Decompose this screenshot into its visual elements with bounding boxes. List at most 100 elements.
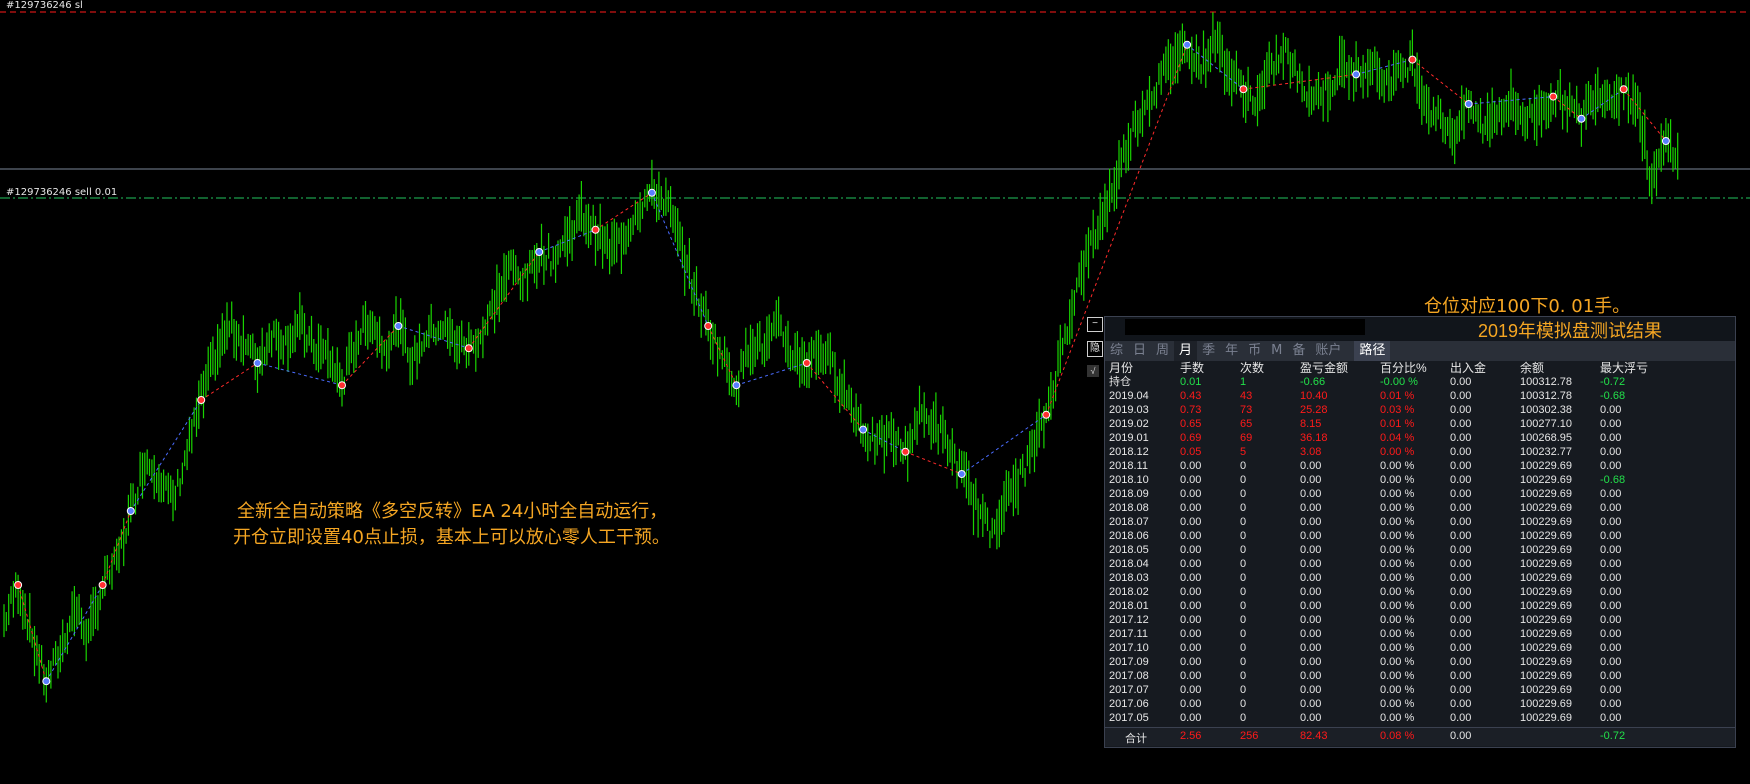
total-max-drawdown: -0.72 bbox=[1600, 730, 1626, 742]
trade-marker bbox=[535, 248, 544, 256]
tab-0[interactable]: 综 bbox=[1105, 341, 1128, 361]
cell-lots: 0.00 bbox=[1180, 614, 1202, 626]
tab-3[interactable]: 月 bbox=[1174, 341, 1198, 361]
cell-balance: 100229.69 bbox=[1520, 698, 1572, 710]
monthly-report-panel: 2019年模拟盘测试结果 − 隐 √ 综日周月季年币 M 备账户 路径 月份 手数 次… bbox=[1087, 316, 1736, 748]
cell-pnl: 0.00 bbox=[1300, 698, 1322, 710]
trade-marker bbox=[1549, 92, 1558, 101]
sl-line-label: #129736246 sl bbox=[6, 0, 83, 11]
cell-count: 1 bbox=[1240, 376, 1247, 388]
tab-9[interactable]: 账户 bbox=[1310, 341, 1346, 361]
trade-marker bbox=[197, 396, 206, 404]
hide-icon[interactable]: 隐 bbox=[1087, 341, 1103, 357]
table-row: 2017.06 0.00 0 0.00 0.00 % 0.00 100229.69 0.00 bbox=[1105, 697, 1735, 711]
cell-percent: 0.04 % bbox=[1380, 432, 1415, 444]
trade-marker bbox=[1042, 410, 1051, 419]
cell-lots: 0.00 bbox=[1180, 712, 1202, 724]
cell-percent: 0.00 % bbox=[1380, 544, 1415, 556]
table-row: 2018.08 0.00 0 0.00 0.00 % 0.00 100229.69 0.00 bbox=[1105, 501, 1735, 515]
cell-month: 2018.04 bbox=[1109, 558, 1149, 570]
cell-month: 2018.12 bbox=[1109, 446, 1149, 458]
cell-pnl: 0.00 bbox=[1300, 586, 1322, 598]
cell-count: 0 bbox=[1240, 698, 1247, 710]
tab-5[interactable]: 年 bbox=[1220, 341, 1243, 361]
trade-marker bbox=[901, 447, 910, 456]
cell-pnl: 0.00 bbox=[1300, 628, 1322, 640]
col-header-max-drawdown: 最大浮亏 bbox=[1600, 361, 1649, 375]
cell-balance: 100229.69 bbox=[1520, 614, 1572, 626]
cell-lots: 0.69 bbox=[1180, 432, 1202, 444]
cell-deposit: 0.00 bbox=[1450, 474, 1472, 486]
cell-percent: 0.00 % bbox=[1380, 530, 1415, 542]
tab-2[interactable]: 周 bbox=[1151, 341, 1174, 361]
cell-percent: 0.00 % bbox=[1380, 614, 1415, 626]
table-row: 2018.03 0.00 0 0.00 0.00 % 0.00 100229.69 0.00 bbox=[1105, 571, 1735, 585]
tab-8[interactable]: 备 bbox=[1287, 341, 1310, 361]
tab-path[interactable]: 路径 bbox=[1354, 341, 1391, 361]
cell-month: 2018.02 bbox=[1109, 586, 1149, 598]
cell-max-drawdown: 0.00 bbox=[1600, 586, 1622, 598]
cell-count: 0 bbox=[1240, 572, 1247, 584]
cell-pnl: 0.00 bbox=[1300, 572, 1322, 584]
trade-connector bbox=[736, 362, 807, 386]
trade-marker bbox=[1408, 55, 1417, 64]
panel-subtitle: 2019年模拟盘测试结果 bbox=[1477, 321, 1663, 341]
tab-4[interactable]: 季 bbox=[1197, 341, 1220, 361]
strategy-description-line1: 全新全自动策略《多空反转》EA 24小时全自动运行， bbox=[237, 501, 668, 522]
cell-balance: 100312.78 bbox=[1520, 376, 1572, 388]
trade-marker bbox=[732, 381, 741, 390]
minus-icon[interactable]: − bbox=[1087, 317, 1103, 332]
cell-max-drawdown: 0.00 bbox=[1600, 544, 1622, 556]
cell-lots: 0.73 bbox=[1180, 404, 1202, 416]
cell-count: 5 bbox=[1240, 446, 1247, 458]
cell-month: 2019.02 bbox=[1109, 418, 1149, 430]
col-header-pnl: 盈亏金额 bbox=[1300, 361, 1349, 375]
tab-6[interactable]: 币 bbox=[1243, 341, 1266, 361]
total-lots: 2.56 bbox=[1180, 730, 1202, 742]
cell-pnl: 0.00 bbox=[1300, 530, 1322, 542]
trade-marker bbox=[647, 188, 656, 197]
cell-deposit: 0.00 bbox=[1450, 530, 1472, 542]
cell-deposit: 0.00 bbox=[1450, 488, 1472, 500]
check-icon[interactable]: √ bbox=[1087, 365, 1099, 377]
table-row: 2018.10 0.00 0 0.00 0.00 % 0.00 100229.69 -0.68 bbox=[1105, 473, 1735, 487]
cell-max-drawdown: 0.00 bbox=[1600, 516, 1622, 528]
cell-count: 0 bbox=[1240, 558, 1247, 570]
table-row: 2018.01 0.00 0 0.00 0.00 % 0.00 100229.69 0.00 bbox=[1105, 599, 1735, 613]
cell-month: 2017.09 bbox=[1109, 656, 1149, 668]
cell-deposit: 0.00 bbox=[1450, 572, 1472, 584]
position-size-note: 仓位对应100下0. 01手。 bbox=[1424, 296, 1631, 317]
cell-max-drawdown: -0.68 bbox=[1600, 474, 1626, 486]
cell-count: 0 bbox=[1240, 488, 1247, 500]
cell-percent: 0.00 % bbox=[1380, 670, 1415, 682]
total-count: 256 bbox=[1240, 730, 1259, 742]
trade-connector bbox=[905, 451, 962, 475]
cell-pnl: 25.28 bbox=[1300, 404, 1328, 416]
cell-pnl: 0.00 bbox=[1300, 502, 1322, 514]
cell-lots: 0.00 bbox=[1180, 502, 1202, 514]
trade-connector bbox=[651, 192, 709, 327]
cell-max-drawdown: 0.00 bbox=[1600, 698, 1622, 710]
tab-7[interactable]: M bbox=[1266, 341, 1287, 361]
cell-percent: 0.00 % bbox=[1380, 460, 1415, 472]
cell-count: 0 bbox=[1240, 586, 1247, 598]
cell-deposit: 0.00 bbox=[1450, 502, 1472, 514]
cell-month: 2017.05 bbox=[1109, 712, 1149, 724]
table-row: 2018.04 0.00 0 0.00 0.00 % 0.00 100229.69 0.00 bbox=[1105, 557, 1735, 571]
cell-count: 43 bbox=[1240, 390, 1253, 402]
table-header-row: 月份 手数 次数 盈亏金额 百分比% 出入金 余额 最大浮亏 bbox=[1105, 361, 1735, 375]
trade-marker bbox=[859, 425, 868, 434]
period-tabs: 综日周月季年币 M 备账户 路径 bbox=[1105, 341, 1735, 361]
tab-1[interactable]: 日 bbox=[1128, 341, 1151, 361]
table-row: 2018.07 0.00 0 0.00 0.00 % 0.00 100229.69 0.00 bbox=[1105, 515, 1735, 529]
table-row: 2018.05 0.00 0 0.00 0.00 % 0.00 100229.69 0.00 bbox=[1105, 543, 1735, 557]
cell-deposit: 0.00 bbox=[1450, 418, 1472, 430]
cell-lots: 0.00 bbox=[1180, 642, 1202, 654]
cell-max-drawdown: 0.00 bbox=[1600, 656, 1622, 668]
cell-month: 持仓 bbox=[1109, 376, 1131, 388]
cell-max-drawdown: 0.00 bbox=[1600, 432, 1622, 444]
cell-max-drawdown: 0.00 bbox=[1600, 614, 1622, 626]
cell-max-drawdown: -0.68 bbox=[1600, 390, 1626, 402]
cell-count: 0 bbox=[1240, 628, 1247, 640]
cell-percent: 0.00 % bbox=[1380, 586, 1415, 598]
